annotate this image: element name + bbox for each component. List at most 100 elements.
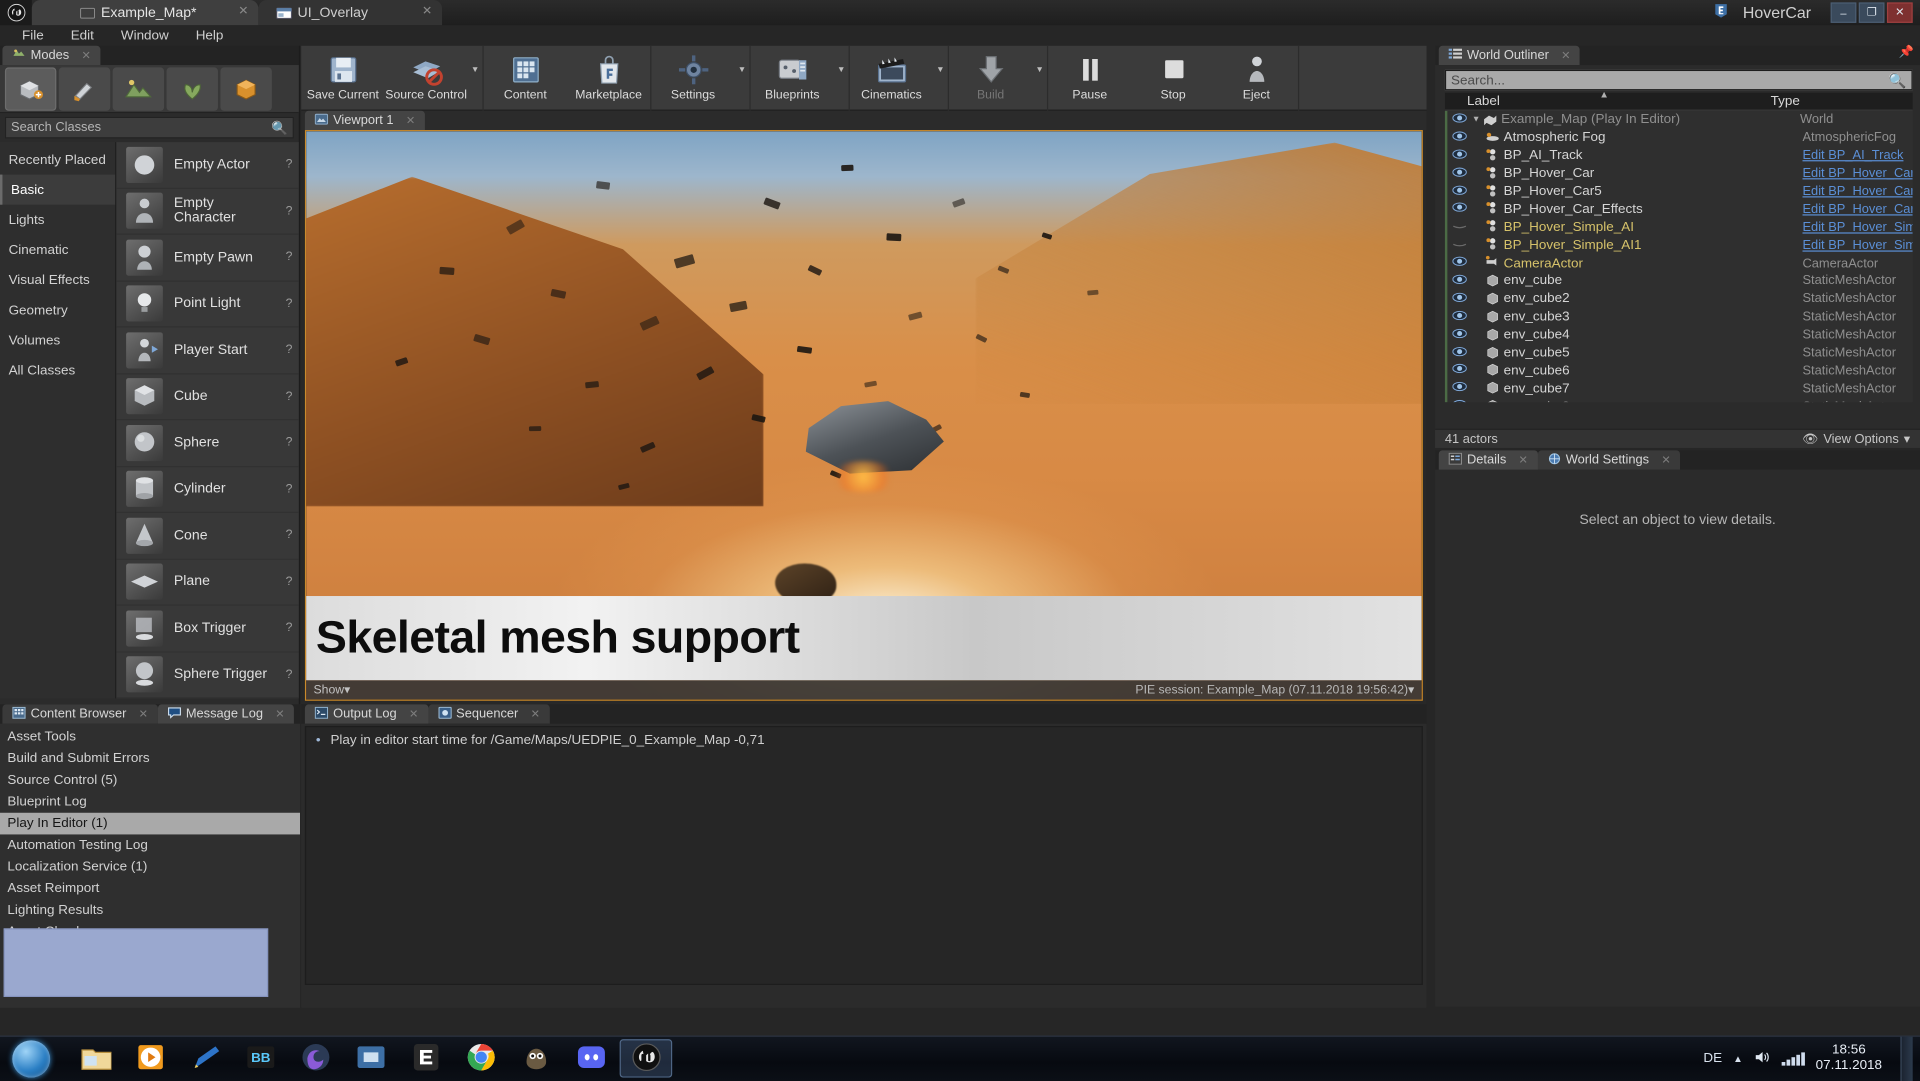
visibility-toggle-icon[interactable] xyxy=(1447,400,1471,403)
help-icon[interactable]: ? xyxy=(279,390,299,403)
outliner-search-input[interactable]: Search... 🔍 xyxy=(1444,69,1913,91)
placeable-item-cone[interactable]: Cone? xyxy=(116,513,299,560)
visibility-toggle-icon[interactable] xyxy=(1447,256,1471,270)
outliner-row[interactable]: Atmospheric Fog AtmosphericFog xyxy=(1447,129,1912,147)
help-icon[interactable]: ? xyxy=(279,622,299,635)
sidebar-item-cinematic[interactable]: Cinematic xyxy=(0,235,115,265)
help-icon[interactable]: ? xyxy=(279,251,299,264)
maximize-button[interactable]: ❐ xyxy=(1858,2,1885,23)
chevron-down-icon[interactable]: ▾ xyxy=(1408,683,1414,696)
visibility-toggle-icon[interactable] xyxy=(1447,382,1471,395)
sidebar-item-geometry[interactable]: Geometry xyxy=(0,295,115,325)
tab-content-browser[interactable]: Content Browser ✕ xyxy=(2,704,158,724)
taskbar-item-gimp[interactable] xyxy=(509,1039,562,1078)
tab-modes[interactable]: Modes ✕ xyxy=(2,45,101,66)
message-log-item[interactable]: Automation Testing Log xyxy=(0,834,300,856)
sidebar-item-basic[interactable]: Basic xyxy=(0,174,116,205)
close-icon[interactable]: ✕ xyxy=(531,707,540,720)
chevron-down-icon[interactable]: ▼ xyxy=(735,46,750,111)
taskbar-item-media-player[interactable] xyxy=(124,1039,177,1078)
visibility-toggle-icon[interactable] xyxy=(1447,149,1471,162)
close-icon[interactable]: ✕ xyxy=(1519,453,1528,466)
taskbar-item-video-editor[interactable] xyxy=(179,1039,232,1078)
outliner-row-list[interactable]: ▼ Example_Map (Play In Editor) World Atmosp… xyxy=(1444,110,1913,403)
search-classes-input[interactable]: Search Classes 🔍 xyxy=(4,116,294,139)
placeable-item-cube[interactable]: Cube? xyxy=(116,374,299,421)
volume-icon[interactable] xyxy=(1754,1049,1771,1067)
sort-ascending-icon[interactable]: ▲ xyxy=(1599,89,1609,100)
visibility-toggle-icon[interactable] xyxy=(1447,346,1471,359)
message-log-item[interactable]: Build and Submit Errors xyxy=(0,748,300,770)
placeable-item-empty-pawn[interactable]: Empty Pawn? xyxy=(116,235,299,282)
toolbar-pause-button[interactable]: Pause xyxy=(1048,46,1131,111)
taskbar-item-file-explorer[interactable] xyxy=(69,1039,122,1078)
close-icon[interactable]: ✕ xyxy=(238,5,248,18)
placeable-item-empty-character[interactable]: Empty Character? xyxy=(116,188,299,235)
taskbar-item-discord[interactable] xyxy=(564,1039,617,1078)
placeable-item-player-start[interactable]: Player Start? xyxy=(116,328,299,374)
start-button[interactable] xyxy=(2,1039,58,1079)
visibility-toggle-icon[interactable] xyxy=(1447,310,1471,323)
signal-bars-icon[interactable] xyxy=(1781,1051,1805,1066)
tab-ui-overlay[interactable]: UI_Overlay ✕ xyxy=(258,0,443,26)
minimize-button[interactable]: – xyxy=(1830,2,1857,23)
viewport-render-area[interactable]: Skeletal mesh support Show ▾ PIE session… xyxy=(304,130,1423,701)
outliner-row[interactable]: env_cube StaticMeshActor xyxy=(1447,272,1912,290)
placeable-item-sphere-trigger[interactable]: Sphere Trigger? xyxy=(116,652,299,699)
outliner-row[interactable]: env_cube2 StaticMeshActor xyxy=(1447,290,1912,308)
chevron-down-icon[interactable]: ▼ xyxy=(1032,46,1047,111)
outliner-row[interactable]: BP_Hover_Car_Effects Edit BP_Hover_Car_Ef xyxy=(1447,200,1913,218)
visibility-toggle-icon[interactable] xyxy=(1447,364,1471,377)
outliner-row-type[interactable]: Edit BP_Hover_Car xyxy=(1802,166,1912,180)
placeable-item-plane[interactable]: Plane? xyxy=(116,559,299,606)
visibility-toggle-icon[interactable] xyxy=(1447,185,1471,198)
placeable-item-empty-actor[interactable]: Empty Actor? xyxy=(116,142,299,189)
taskbar-item-epic-games-launcher[interactable] xyxy=(399,1039,452,1078)
toolbar-save-current-button[interactable]: Save Current xyxy=(301,46,384,111)
close-icon[interactable]: ✕ xyxy=(1661,453,1670,466)
epic-badge-icon[interactable] xyxy=(1712,2,1730,22)
placeable-actor-list[interactable]: Empty Actor? Empty Character? Empty Pawn? P… xyxy=(116,142,299,699)
toolbar-cinematics-button[interactable]: Cinematics xyxy=(850,46,933,111)
outliner-row[interactable]: ▼ Example_Map (Play In Editor) World xyxy=(1447,111,1912,129)
outliner-row[interactable]: BP_Hover_Car Edit BP_Hover_Car xyxy=(1447,165,1913,183)
taskbar-item-unreal-editor[interactable] xyxy=(619,1039,673,1078)
taskbar-item-bb-app[interactable]: BB xyxy=(234,1039,287,1078)
toolbar-settings-button[interactable]: Settings xyxy=(651,46,734,111)
message-log-item[interactable]: Source Control (5) xyxy=(0,769,300,791)
visibility-toggle-icon[interactable] xyxy=(1447,274,1471,287)
tab-output-log[interactable]: Output Log ✕ xyxy=(304,704,428,724)
outliner-row[interactable]: env_cube7 StaticMeshActor xyxy=(1447,380,1912,398)
taskbar-item-firefox-dev[interactable] xyxy=(289,1039,342,1078)
message-log-category-list[interactable]: Asset Tools Build and Submit Errors Source… xyxy=(0,724,301,943)
placeable-item-sphere[interactable]: Sphere? xyxy=(116,420,299,467)
menu-window[interactable]: Window xyxy=(109,27,181,44)
chevron-down-icon[interactable]: ▼ xyxy=(933,46,948,111)
close-button[interactable]: ✕ xyxy=(1886,2,1913,23)
tab-details[interactable]: Details ✕ xyxy=(1438,450,1538,470)
taskbar-clock[interactable]: 18:56 07.11.2018 xyxy=(1816,1043,1890,1074)
sidebar-item-lights[interactable]: Lights xyxy=(0,205,115,235)
outliner-row[interactable]: env_cube3 StaticMeshActor xyxy=(1447,308,1912,326)
help-icon[interactable]: ? xyxy=(279,483,299,496)
tab-example-map[interactable]: Example_Map* ✕ xyxy=(31,0,259,26)
chevron-down-icon[interactable]: ▼ xyxy=(834,46,849,111)
message-log-item[interactable]: Play In Editor (1) xyxy=(0,812,301,835)
sidebar-item-all-classes[interactable]: All Classes xyxy=(0,355,115,385)
close-icon[interactable]: ✕ xyxy=(1561,49,1570,62)
paint-mode-button[interactable] xyxy=(58,66,111,111)
sidebar-item-recently-placed[interactable]: Recently Placed xyxy=(0,144,115,174)
help-icon[interactable]: ? xyxy=(279,668,299,681)
message-log-item[interactable]: Lighting Results xyxy=(0,899,300,921)
tab-world-outliner[interactable]: World Outliner ✕ xyxy=(1438,45,1581,66)
language-indicator[interactable]: DE xyxy=(1703,1051,1722,1065)
outliner-row[interactable]: env_cube5 StaticMeshActor xyxy=(1447,344,1912,362)
show-hidden-icons-button[interactable]: ▲ xyxy=(1733,1053,1743,1064)
close-icon[interactable]: ✕ xyxy=(422,5,432,18)
chevron-down-icon[interactable]: ▼ xyxy=(468,46,483,111)
visibility-toggle-icon[interactable] xyxy=(1447,167,1471,180)
placeable-item-point-light[interactable]: Point Light? xyxy=(116,281,299,328)
message-log-item[interactable]: Asset Tools xyxy=(0,726,300,748)
placeable-item-cylinder[interactable]: Cylinder? xyxy=(116,467,299,513)
outliner-row[interactable]: BP_Hover_Simple_AI Edit BP_Hover_Simple xyxy=(1447,218,1913,236)
